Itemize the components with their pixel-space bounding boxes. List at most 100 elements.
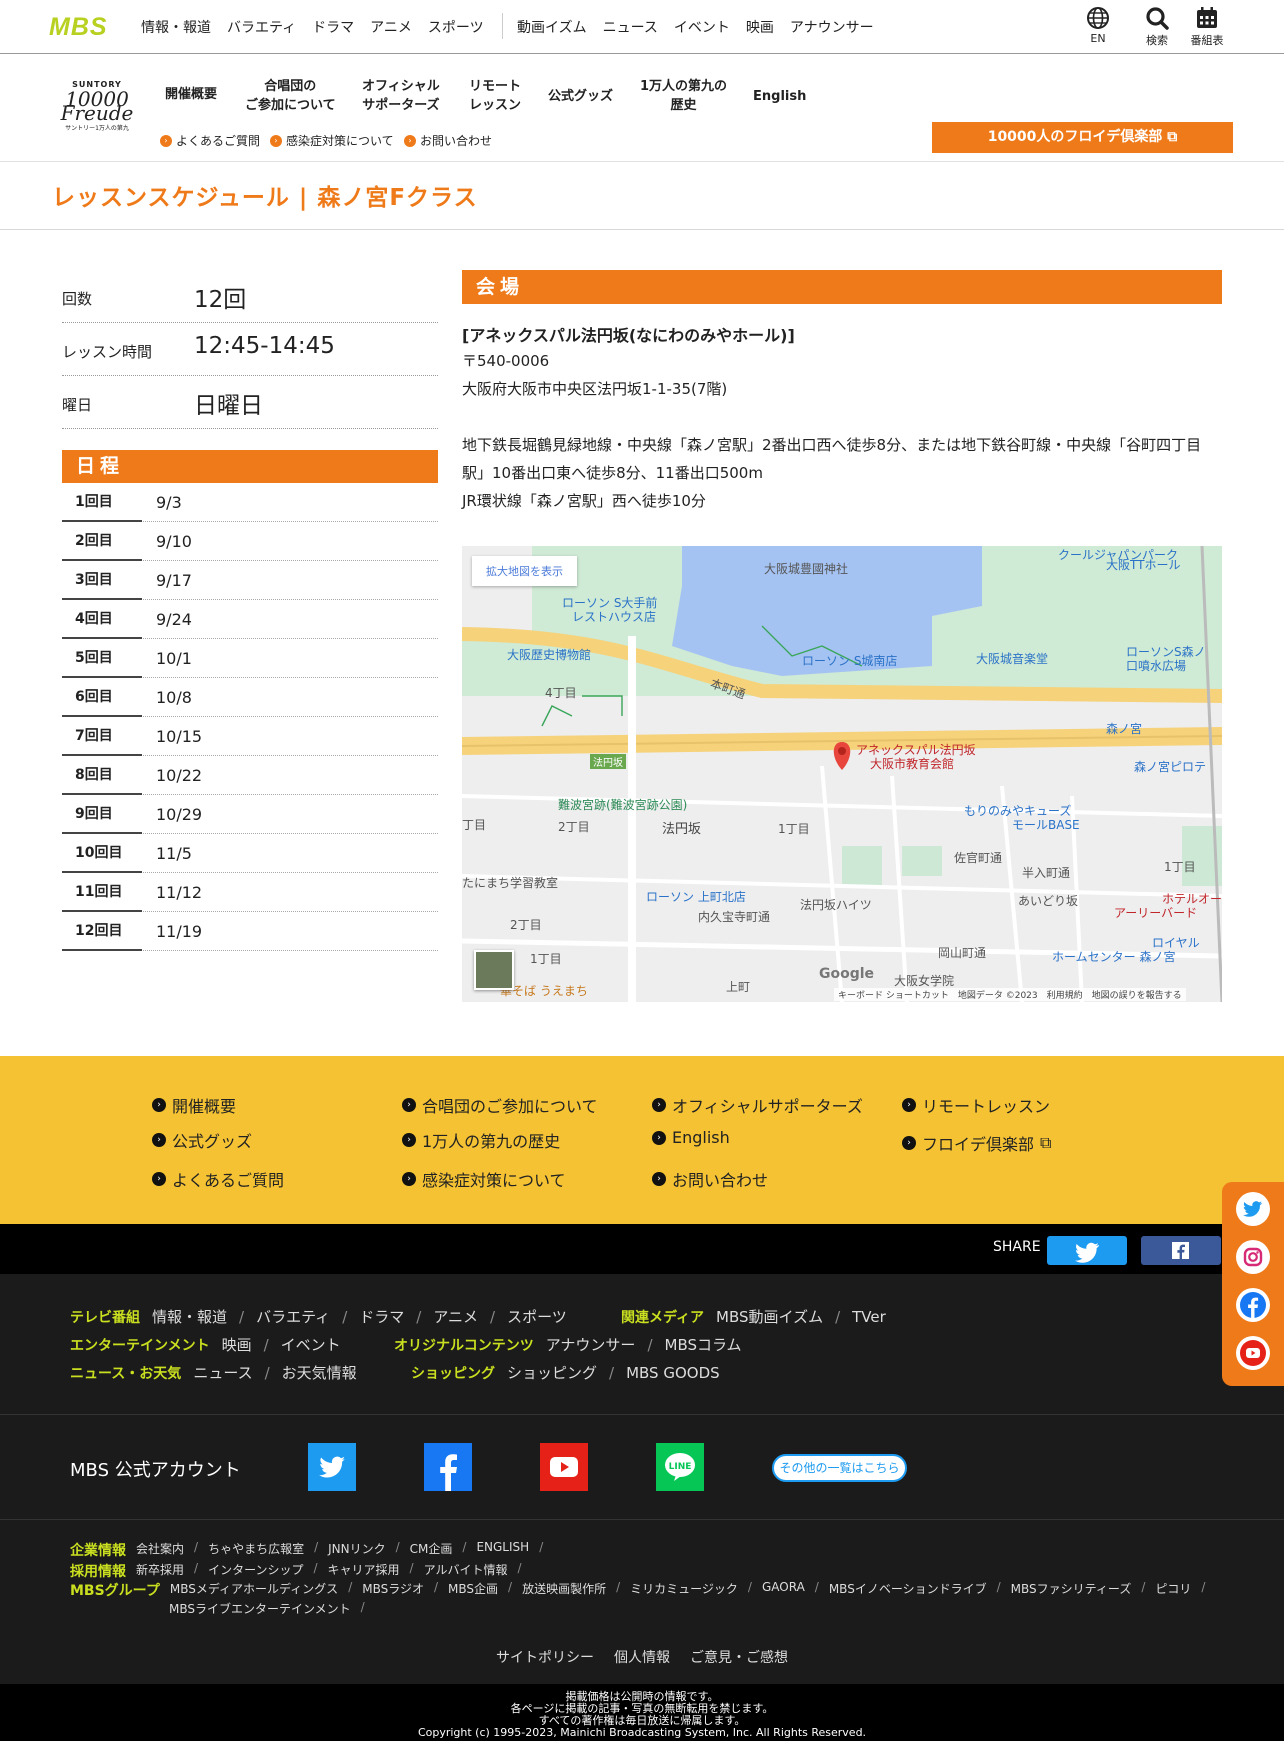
- footer-link[interactable]: MBSライブエンターテインメント: [169, 1600, 351, 1617]
- open-large-map-button[interactable]: 拡大地図を表示: [472, 556, 577, 586]
- footer-link[interactable]: 会社案内: [136, 1540, 184, 1560]
- side-facebook-link[interactable]: [1236, 1288, 1270, 1322]
- footer-category[interactable]: 採用情報: [70, 1561, 126, 1581]
- mbs-twitter-link[interactable]: [308, 1443, 356, 1491]
- footer-link[interactable]: アナウンサー: [546, 1334, 636, 1355]
- subnav-infection[interactable]: › 感染症対策について: [270, 132, 394, 149]
- footer-link[interactable]: 映画: [222, 1334, 252, 1355]
- nav-english[interactable]: English: [753, 87, 806, 106]
- nav-supporters[interactable]: オフィシャル サポーターズ: [362, 77, 440, 115]
- footer-link[interactable]: › リモートレッスン: [902, 1093, 1050, 1117]
- footer-link[interactable]: › 公式グッズ: [152, 1128, 252, 1152]
- footer-link[interactable]: お天気情報: [282, 1362, 357, 1383]
- footer-link[interactable]: › 合唱団のご参加について: [402, 1093, 598, 1117]
- footer-category[interactable]: エンターテインメント: [70, 1335, 210, 1355]
- freude-logo[interactable]: SUNTORY 10000 Freude サントリー1万人の第九: [51, 80, 143, 132]
- footer-link[interactable]: アニメ: [433, 1306, 478, 1327]
- top-nav-item[interactable]: 映画: [746, 17, 774, 37]
- footer-link[interactable]: › 開催概要: [152, 1093, 236, 1117]
- footer-category[interactable]: 関連メディア: [621, 1307, 704, 1327]
- top-nav-item[interactable]: スポーツ: [428, 17, 484, 37]
- top-nav-item[interactable]: 情報・報道: [141, 17, 211, 37]
- footer-link[interactable]: バラエティ: [256, 1306, 330, 1327]
- tv-schedule-button[interactable]: 番組表: [1185, 6, 1229, 48]
- subnav-faq[interactable]: › よくあるご質問: [160, 132, 260, 149]
- top-nav-item[interactable]: イベント: [674, 17, 730, 37]
- footer-category[interactable]: ショッピング: [411, 1363, 495, 1383]
- schedule-row: 6回目 10/8: [62, 678, 438, 717]
- side-instagram-link[interactable]: [1236, 1240, 1270, 1274]
- footer-category[interactable]: MBSグループ: [70, 1580, 160, 1600]
- footer-link[interactable]: ピコリ: [1155, 1580, 1191, 1600]
- footer-link[interactable]: MBS動画イズム: [716, 1306, 823, 1327]
- share-facebook-button[interactable]: [1141, 1236, 1221, 1265]
- footer-link[interactable]: CM企画: [410, 1540, 453, 1560]
- footer-link[interactable]: JNNリンク: [328, 1540, 386, 1560]
- nav-goods[interactable]: 公式グッズ: [548, 87, 613, 106]
- footer-link[interactable]: MBSラジオ: [362, 1580, 424, 1600]
- footer-link[interactable]: 情報・報道: [152, 1306, 227, 1327]
- top-nav-item[interactable]: 動画イズム: [517, 17, 587, 37]
- site-policy-link[interactable]: サイトポリシー: [496, 1647, 594, 1667]
- footer-category[interactable]: テレビ番組: [70, 1307, 140, 1327]
- mbs-line-link[interactable]: LINE: [656, 1443, 704, 1491]
- subnav-contact[interactable]: › お問い合わせ: [404, 132, 492, 149]
- venue-map[interactable]: 拡大地図を表示 大阪城豊國神社 クールジャパンパーク 大阪TTホール ローソン …: [462, 546, 1222, 1002]
- search-button[interactable]: 検索: [1135, 6, 1179, 48]
- share-twitter-button[interactable]: [1047, 1236, 1127, 1265]
- footer-link[interactable]: › English: [652, 1128, 730, 1147]
- footer-link[interactable]: ニュース: [193, 1362, 252, 1383]
- footer-link[interactable]: MBSイノベーションドライブ: [829, 1580, 987, 1600]
- mbs-facebook-link[interactable]: [424, 1443, 472, 1491]
- footer-link[interactable]: › 感染症対策について: [402, 1167, 566, 1191]
- language-button[interactable]: EN: [1076, 6, 1120, 45]
- nav-remote-lesson[interactable]: リモート レッスン: [469, 77, 521, 115]
- footer-category[interactable]: オリジナルコンテンツ: [394, 1335, 534, 1355]
- footer-link[interactable]: ショッピング: [507, 1362, 597, 1383]
- nav-overview[interactable]: 開催概要: [165, 85, 217, 104]
- footer-link[interactable]: 放送映画製作所: [522, 1580, 606, 1600]
- footer-link[interactable]: › よくあるご質問: [152, 1167, 284, 1191]
- footer-link[interactable]: ENGLISH: [476, 1540, 529, 1560]
- footer-link[interactable]: › フロイデ倶楽部 ⧉: [902, 1131, 1051, 1155]
- freude-club-button[interactable]: 10000人のフロイデ倶楽部 ⧉: [932, 122, 1233, 153]
- footer-policy-links: サイトポリシー 個人情報 ご意見・ご感想: [496, 1647, 788, 1667]
- top-nav-item[interactable]: バラエティ: [227, 17, 296, 37]
- footer-link[interactable]: ミリカミュージック: [630, 1580, 738, 1600]
- top-nav-item[interactable]: ニュース: [603, 17, 658, 37]
- footer-link[interactable]: キャリア採用: [328, 1561, 400, 1581]
- footer-link[interactable]: › お問い合わせ: [652, 1167, 768, 1191]
- privacy-link[interactable]: 個人情報: [614, 1647, 670, 1667]
- footer-link[interactable]: MBSファシリティーズ: [1011, 1580, 1132, 1600]
- side-youtube-link[interactable]: [1236, 1336, 1270, 1370]
- footer-link[interactable]: ちゃやまち広報室: [208, 1540, 304, 1560]
- footer-link[interactable]: イベント: [281, 1334, 341, 1355]
- map-attribution[interactable]: キーボード ショートカット 地図データ ©2023 利用規約 地図の誤りを報告す…: [834, 988, 1186, 1001]
- nav-join-choir[interactable]: 合唱団の ご参加について: [245, 77, 336, 115]
- footer-link[interactable]: 新卒採用: [136, 1561, 184, 1581]
- footer-link[interactable]: ドラマ: [359, 1306, 404, 1327]
- mbs-logo[interactable]: MBS: [49, 13, 108, 42]
- footer-link[interactable]: MBSメディアホールディングス: [170, 1580, 338, 1600]
- footer-link[interactable]: アルバイト情報: [424, 1561, 508, 1581]
- footer-link[interactable]: › オフィシャルサポーターズ: [652, 1093, 863, 1117]
- footer-link[interactable]: › 1万人の第九の歴史: [402, 1128, 560, 1152]
- footer-category[interactable]: 企業情報: [70, 1540, 126, 1560]
- footer-link[interactable]: TVer: [852, 1308, 886, 1326]
- side-twitter-link[interactable]: [1236, 1192, 1270, 1226]
- top-nav-item[interactable]: アナウンサー: [790, 17, 874, 37]
- footer-link[interactable]: インターンシップ: [208, 1561, 303, 1581]
- top-nav-item[interactable]: ドラマ: [312, 17, 354, 37]
- satellite-toggle[interactable]: [474, 950, 514, 990]
- mbs-youtube-link[interactable]: [540, 1443, 588, 1491]
- footer-link[interactable]: スポーツ: [507, 1306, 567, 1327]
- feedback-link[interactable]: ご意見・ご感想: [690, 1647, 788, 1667]
- footer-link[interactable]: MBS GOODS: [626, 1364, 720, 1382]
- footer-link[interactable]: GAORA: [762, 1580, 805, 1600]
- footer-category[interactable]: ニュース・お天気: [70, 1363, 181, 1383]
- other-accounts-button[interactable]: その他の一覧はこちら: [772, 1454, 907, 1482]
- footer-link[interactable]: MBSコラム: [665, 1334, 742, 1355]
- footer-link[interactable]: MBS企画: [448, 1580, 498, 1600]
- top-nav-item[interactable]: アニメ: [370, 17, 412, 37]
- nav-history[interactable]: 1万人の第九の 歴史: [640, 77, 727, 115]
